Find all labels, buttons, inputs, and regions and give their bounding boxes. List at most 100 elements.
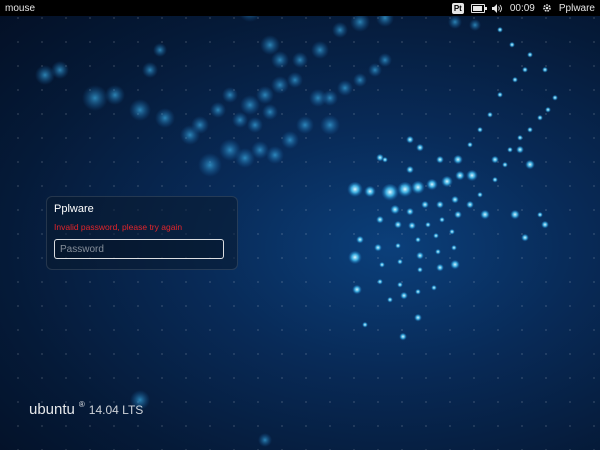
settings-gear-icon[interactable] [542, 3, 552, 13]
droplet [191, 116, 209, 134]
droplet [356, 236, 364, 244]
droplet [469, 19, 481, 31]
droplet [480, 210, 490, 220]
droplet [309, 89, 327, 107]
droplet [129, 99, 151, 121]
hostname-label: mouse [5, 2, 36, 14]
session-username[interactable]: Pplware [559, 3, 595, 14]
droplet [487, 112, 493, 118]
droplet [426, 179, 438, 191]
droplet [210, 102, 226, 118]
droplet [51, 61, 69, 79]
droplet [477, 127, 483, 133]
droplet [362, 322, 368, 328]
droplet [311, 41, 329, 59]
registered-mark: ® [78, 400, 85, 409]
droplet [377, 279, 383, 285]
droplet [466, 170, 478, 182]
droplet [451, 245, 457, 251]
droplet [142, 62, 158, 78]
droplet [395, 243, 401, 249]
password-field[interactable] [54, 239, 224, 259]
droplet [397, 259, 403, 265]
droplet [394, 221, 402, 229]
droplet [492, 177, 498, 183]
droplet [399, 333, 407, 341]
ubuntu-branding: ubuntu ® 14.04 LTS [29, 400, 144, 418]
droplet [347, 182, 363, 198]
droplet [397, 182, 413, 198]
volume-icon[interactable] [491, 3, 503, 13]
droplet [441, 176, 453, 188]
droplet [431, 285, 437, 291]
droplet [415, 237, 421, 243]
droplet [466, 201, 474, 209]
droplet [353, 73, 367, 87]
droplet [287, 72, 303, 88]
droplet [266, 146, 284, 164]
droplet [537, 115, 543, 121]
droplet [502, 162, 508, 168]
droplet [454, 211, 462, 219]
droplet [436, 201, 444, 209]
droplet [348, 251, 362, 265]
droplet [509, 42, 515, 48]
droplet [281, 131, 299, 149]
login-user-name[interactable]: Pplware [54, 203, 94, 215]
droplet [364, 186, 376, 198]
droplet [527, 127, 533, 133]
droplet [542, 67, 548, 73]
droplet [507, 147, 513, 153]
droplet [425, 222, 431, 228]
droplet [491, 156, 499, 164]
indicator-area: Pt 00:09 Pplware [451, 2, 600, 14]
droplet [455, 171, 465, 181]
droplet [198, 153, 222, 177]
droplet [512, 77, 518, 83]
droplet [527, 52, 533, 58]
droplet [262, 104, 278, 120]
droplet [82, 85, 108, 111]
droplet [451, 196, 459, 204]
droplet [406, 208, 414, 216]
droplet [541, 221, 549, 229]
droplet [247, 117, 263, 133]
droplet [400, 292, 408, 300]
ubuntu-version: 14.04 LTS [88, 403, 144, 417]
droplet [448, 15, 462, 29]
droplet [382, 157, 388, 163]
droplet [415, 289, 421, 295]
droplet [332, 22, 348, 38]
ubuntu-logo-text: ubuntu [29, 401, 75, 418]
battery-level-fill [472, 5, 483, 11]
droplet [467, 142, 473, 148]
clock-label[interactable]: 00:09 [510, 3, 535, 14]
droplet [406, 136, 414, 144]
droplet [510, 210, 520, 220]
droplet [271, 76, 289, 94]
droplet [436, 264, 444, 272]
login-error-message: Invalid password, please try again [54, 222, 183, 232]
droplet [406, 166, 414, 174]
droplet [497, 27, 503, 33]
droplet [411, 181, 425, 195]
droplet [439, 217, 445, 223]
droplet [545, 107, 551, 113]
droplet [521, 234, 529, 242]
droplet [516, 146, 524, 154]
keyboard-layout-icon[interactable]: Pt [451, 2, 464, 14]
droplet [525, 160, 535, 170]
droplet [477, 192, 483, 198]
droplet [296, 116, 314, 134]
droplet [320, 115, 340, 135]
droplet [337, 80, 353, 96]
droplet [258, 433, 272, 447]
top-panel: mouse Pt 00:09 Pplware [0, 0, 600, 16]
droplet [416, 252, 424, 260]
battery-icon[interactable] [470, 3, 487, 13]
droplet [397, 282, 403, 288]
droplet [222, 87, 238, 103]
droplet [352, 285, 362, 295]
droplet [256, 86, 274, 104]
droplet [552, 95, 558, 101]
